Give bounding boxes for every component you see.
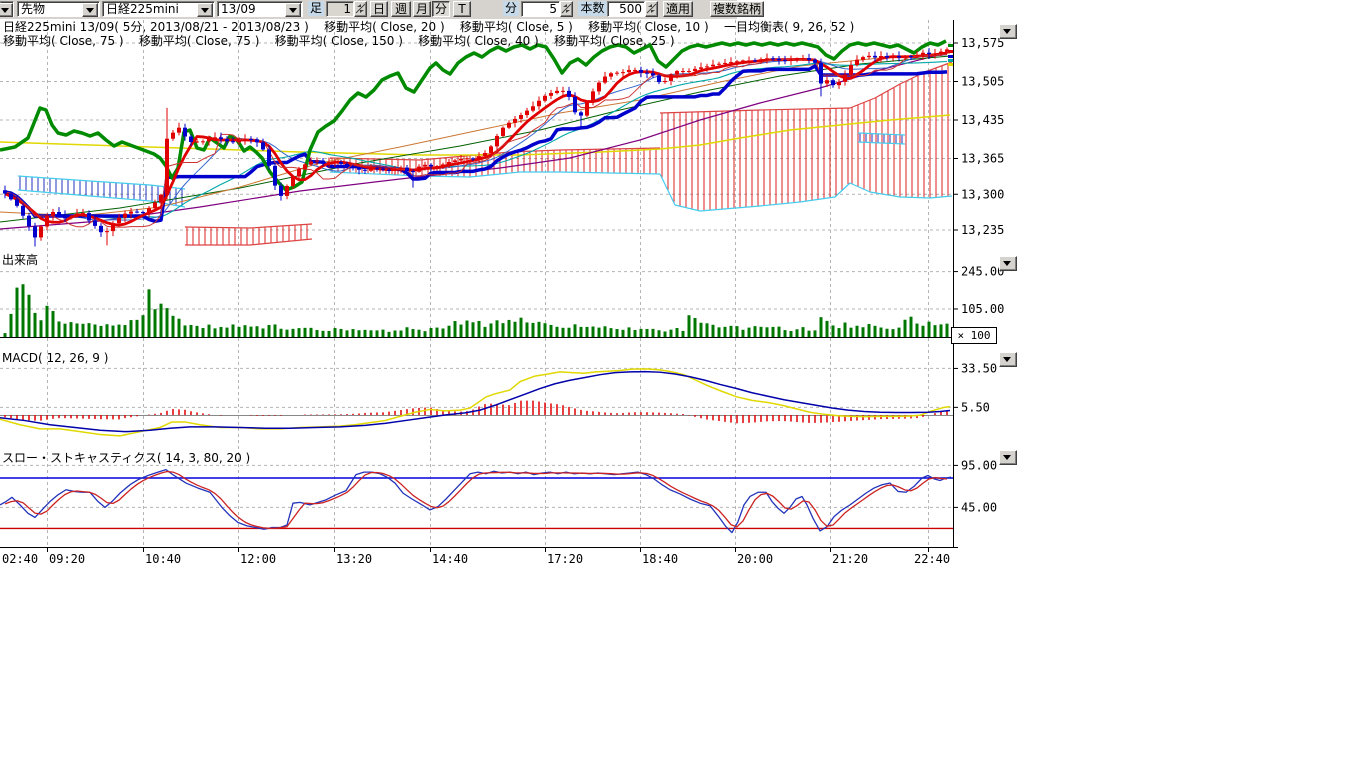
instrument-type-combo[interactable]: 先物: [17, 1, 100, 17]
instrument-type-value: 先物: [21, 2, 45, 16]
period-monthly-button[interactable]: 月: [413, 1, 431, 17]
stochastics-pane-label: スロー・ストキャスティクス( 14, 3, 80, 20 ): [2, 449, 250, 466]
period-daily-button[interactable]: 日: [370, 1, 388, 17]
macd-pane: [0, 369, 953, 436]
count-spinner[interactable]: [645, 1, 658, 17]
minutes-label: 分: [503, 1, 519, 16]
minutes-spinner[interactable]: [560, 1, 573, 17]
period-minutes-button[interactable]: 分: [432, 1, 450, 17]
count-label: 本数: [578, 1, 607, 16]
price-pane-scroll-button[interactable]: [999, 24, 1017, 39]
trading-app-window: { "toolbar": { "mini_combo": {"tooltip":…: [0, 0, 1366, 768]
svg-text:13,365: 13,365: [961, 152, 1004, 166]
svg-text:09:20: 09:20: [49, 552, 85, 566]
contract-month-combo[interactable]: 13/09: [217, 1, 303, 17]
contract-month-value: 13/09: [221, 2, 256, 16]
macd-pane-scroll-button[interactable]: [999, 352, 1017, 367]
svg-text:10:40: 10:40: [145, 552, 181, 566]
svg-text:245.00: 245.00: [961, 265, 1004, 279]
bar-interval-field[interactable]: 1: [326, 1, 354, 17]
stoch-pane-scroll-button[interactable]: [999, 450, 1017, 465]
svg-text:95.00: 95.00: [961, 458, 997, 472]
svg-text:17:20: 17:20: [547, 552, 583, 566]
multi-symbol-button[interactable]: 複数銘柄: [710, 1, 764, 17]
svg-text:18:40: 18:40: [642, 552, 678, 566]
svg-text:13,435: 13,435: [961, 113, 1004, 127]
svg-text:45.00: 45.00: [961, 500, 997, 514]
apply-button[interactable]: 適用: [663, 1, 693, 17]
bar-interval-spinner[interactable]: [354, 1, 367, 17]
macd-pane-label: MACD( 12, 26, 9 ): [2, 351, 108, 365]
svg-text:22:40: 22:40: [914, 552, 950, 566]
axis: 13,575 13,505 13,435 13,365 13,300 13,235 245.…: [0, 20, 1004, 566]
chevron-down-icon[interactable]: [82, 3, 98, 17]
volume-pane-scroll-button[interactable]: [999, 256, 1017, 271]
clipped-combo-arrow[interactable]: [0, 1, 14, 17]
svg-text:14:40: 14:40: [432, 552, 468, 566]
svg-text:02:40: 02:40: [2, 552, 38, 566]
svg-text:21:20: 21:20: [832, 552, 868, 566]
arrow-down-icon: [1003, 357, 1011, 362]
chevron-down-icon[interactable]: [285, 3, 301, 17]
arrow-down-icon: [1003, 29, 1011, 34]
minutes-field[interactable]: 5: [521, 1, 560, 17]
toolbar: 先物 日経225mini 13/09 足 1 日 週 月 分 T 分 5 本数 …: [0, 0, 737, 19]
chart-canvas: 13,575 13,505 13,435 13,365 13,300 13,235 245.…: [0, 0, 1020, 584]
svg-text:13,575: 13,575: [961, 36, 1004, 50]
symbol-combo[interactable]: 日経225mini: [102, 1, 215, 17]
svg-text:105.00: 105.00: [961, 302, 1004, 316]
stoch-pane: [0, 470, 953, 533]
volume-pane-label: 出来高: [2, 251, 38, 268]
svg-text:20:00: 20:00: [737, 552, 773, 566]
svg-text:33.50: 33.50: [961, 361, 997, 375]
price-pane: [0, 41, 954, 247]
svg-text:13:20: 13:20: [336, 552, 372, 566]
count-field[interactable]: 500: [607, 1, 645, 17]
chart-header-line1: 日経225mini 13/09( 5分, 2013/08/21 - 2013/0…: [3, 21, 854, 34]
chart-header-line2: 移動平均( Close, 75 ) 移動平均( Close, 75 ) 移動平均…: [3, 35, 675, 48]
svg-text:13,505: 13,505: [961, 75, 1004, 89]
grid: [0, 20, 953, 547]
chevron-down-icon[interactable]: [197, 3, 213, 17]
bar-label: 足: [308, 1, 324, 16]
period-weekly-button[interactable]: 週: [391, 1, 411, 17]
chevron-down-icon[interactable]: [0, 3, 13, 17]
svg-text:12:00: 12:00: [240, 552, 276, 566]
volume-multiplier-badge: × 100: [951, 327, 997, 344]
svg-text:13,300: 13,300: [961, 187, 1004, 201]
arrow-down-icon: [1003, 455, 1011, 460]
symbol-value: 日経225mini: [106, 2, 179, 16]
svg-text:5.50: 5.50: [961, 400, 990, 414]
period-tick-button[interactable]: T: [453, 1, 471, 17]
arrow-down-icon: [1003, 261, 1011, 266]
svg-text:13,235: 13,235: [961, 223, 1004, 237]
